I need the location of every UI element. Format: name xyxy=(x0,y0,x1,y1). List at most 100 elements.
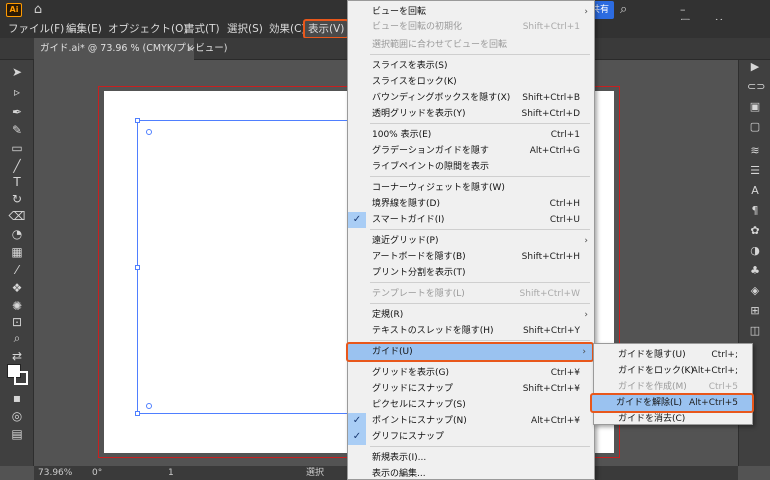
view-menu-item[interactable]: 境界線を隠す(D) Ctrl+H xyxy=(348,196,594,212)
layers-alt-icon[interactable]: ≋ xyxy=(747,144,763,158)
view-menu-item[interactable]: スライスをロック(K) xyxy=(348,74,594,90)
menu-item-shortcut: Ctrl+¥ xyxy=(550,368,580,378)
direct-selection-tool-icon[interactable]: ▹ xyxy=(7,84,27,100)
character-icon[interactable]: A xyxy=(747,184,763,198)
menu-object[interactable]: オブジェクト(O) xyxy=(108,20,187,38)
menu-separator xyxy=(370,303,590,304)
draw-mode-icon[interactable]: ◎ xyxy=(7,408,27,424)
menu-item-label: グリッドを表示(G) xyxy=(372,368,449,378)
search-icon[interactable]: ⌕ xyxy=(620,2,627,17)
pathfinder-icon[interactable]: ◫ xyxy=(747,324,763,338)
minimize-icon[interactable]: – xyxy=(680,3,710,16)
transform-icon[interactable]: ⊞ xyxy=(747,304,763,318)
cc-libraries-icon[interactable]: ▣ xyxy=(747,100,763,114)
menu-item-label: 新規表示(I)... xyxy=(372,453,427,463)
zoom-tool-icon[interactable]: ⌕ xyxy=(7,330,27,346)
stroke-swatch[interactable] xyxy=(14,371,28,385)
view-menu-item[interactable]: ピクセルにスナップ(S) xyxy=(348,397,594,413)
view-menu-item[interactable]: 100% 表示(E) Ctrl+1 xyxy=(348,127,594,143)
gradient-tool-icon[interactable]: ▦ xyxy=(7,244,27,260)
view-menu-item[interactable]: テキストのスレッドを隠す(H) Shift+Ctrl+Y xyxy=(348,323,594,339)
view-menu-item[interactable]: グリッドにスナップ Shift+Ctrl+¥ xyxy=(348,381,594,397)
selection-handle[interactable] xyxy=(135,265,140,270)
view-menu-item[interactable]: 新規表示(I)... xyxy=(348,450,594,466)
align-icon[interactable]: ☰ xyxy=(747,164,763,178)
guide-submenu-item[interactable]: ガイドを隠す(U) Ctrl+; xyxy=(594,347,752,363)
view-menu-item[interactable]: グラデーションガイドを隠す Alt+Ctrl+G xyxy=(348,143,594,159)
links-icon[interactable]: ⊂⊃ xyxy=(747,80,765,94)
home-icon[interactable]: ⌂ xyxy=(30,2,46,18)
view-menu-item[interactable]: スライスを表示(S) xyxy=(348,58,594,74)
menu-edit[interactable]: 編集(E) xyxy=(66,20,102,38)
symbols-icon[interactable]: ♣ xyxy=(747,264,763,278)
paragraph-icon[interactable]: ¶ xyxy=(747,204,763,218)
pen-tool-icon[interactable]: ✒ xyxy=(7,104,27,120)
pencil-tool-icon[interactable]: ✎ xyxy=(7,122,27,138)
collapse-panel-icon[interactable]: ▶ xyxy=(747,60,763,74)
zoom-level[interactable]: 73.96% xyxy=(38,466,72,480)
artboard-number[interactable]: 1 xyxy=(168,466,174,480)
menu-item-shortcut: Shift+Ctrl+¥ xyxy=(522,384,580,394)
screen-mode-icon[interactable]: ▤ xyxy=(7,426,27,442)
rectangle-tool-icon[interactable]: ▭ xyxy=(7,140,27,156)
menu-type[interactable]: 書式(T) xyxy=(184,20,220,38)
view-menu-item[interactable]: 表示の編集... xyxy=(348,466,594,480)
view-menu-item[interactable]: アートボードを隠す(B) Shift+Ctrl+H xyxy=(348,249,594,265)
color-icon[interactable]: ◑ xyxy=(747,244,763,258)
menu-separator xyxy=(370,340,590,341)
view-menu-item[interactable]: ✓ ポイントにスナップ(N) Alt+Ctrl+¥ xyxy=(348,413,594,429)
view-menu-item[interactable]: ✓ スマートガイド(I) Ctrl+U xyxy=(348,212,594,228)
symbol-sprayer-icon[interactable]: ✺ xyxy=(7,298,27,314)
type-tool-icon[interactable]: T xyxy=(7,174,27,190)
view-menu-item[interactable]: 遠近グリッド(P) › xyxy=(348,233,594,249)
menu-item-label: 100% 表示(E) xyxy=(372,130,432,140)
swap-colors-icon[interactable]: ⇄ xyxy=(7,348,27,364)
eraser-tool-icon[interactable]: ⌫ xyxy=(7,208,27,224)
menu-item-shortcut: Shift+Ctrl+Y xyxy=(522,326,580,336)
color-mode-icon[interactable]: ▪ xyxy=(7,390,27,406)
view-menu-item[interactable]: プリント分割を表示(T) xyxy=(348,265,594,281)
chevron-right-icon: › xyxy=(584,310,588,320)
artboard-tool-icon[interactable]: ⊡ xyxy=(7,314,27,330)
guide-submenu-item[interactable]: ガイドをロック(K) Alt+Ctrl+; xyxy=(594,363,752,379)
brushes-icon[interactable]: ✿ xyxy=(747,224,763,238)
view-menu-item-guides[interactable]: ガイド(U) › xyxy=(346,342,594,362)
view-menu-item[interactable]: 定規(R) › xyxy=(348,307,594,323)
view-menu-item[interactable]: 透明グリッドを表示(Y) Shift+Ctrl+D xyxy=(348,106,594,122)
rotate-tool-icon[interactable]: ↻ xyxy=(7,191,27,207)
guide-submenu-item-release[interactable]: ガイドを解除(L) Alt+Ctrl+5 xyxy=(590,393,754,413)
properties-icon[interactable]: ▢ xyxy=(747,120,763,134)
view-menu-item[interactable]: グリッドを表示(G) Ctrl+¥ xyxy=(348,365,594,381)
anchor-point xyxy=(146,129,152,135)
menu-item-shortcut: Shift+Ctrl+B xyxy=(522,93,580,103)
view-menu-item[interactable]: コーナーウィジェットを隠す(W) xyxy=(348,180,594,196)
close-tab-icon[interactable]: × xyxy=(186,38,194,60)
shape-builder-icon[interactable]: ◔ xyxy=(7,226,27,242)
selection-handle[interactable] xyxy=(135,118,140,123)
menu-separator xyxy=(370,446,590,447)
menu-item-shortcut: Shift+Ctrl+H xyxy=(521,252,580,262)
view-menu-item[interactable]: バウンディングボックスを隠す(X) Shift+Ctrl+B xyxy=(348,90,594,106)
menu-select[interactable]: 選択(S) xyxy=(227,20,263,38)
menu-effect[interactable]: 効果(C) xyxy=(269,20,306,38)
menu-item-shortcut: Alt+Ctrl+G xyxy=(529,146,580,156)
menu-view[interactable]: 表示(V) xyxy=(303,19,350,39)
menu-item-label: 遠近グリッド(P) xyxy=(372,236,439,246)
selected-guide-rectangle[interactable] xyxy=(135,118,357,416)
eyedropper-tool-icon[interactable]: ⁄ xyxy=(7,262,27,278)
layers-icon[interactable]: ◈ xyxy=(747,284,763,298)
selection-tool-icon[interactable]: ➤ xyxy=(7,64,27,80)
menu-file[interactable]: ファイル(F) xyxy=(8,20,64,38)
guide-submenu-item[interactable]: ガイドを消去(C) xyxy=(594,411,752,427)
menu-item-label: プリント分割を表示(T) xyxy=(372,268,466,278)
blend-tool-icon[interactable]: ❖ xyxy=(7,280,27,296)
document-tab[interactable]: ガイド.ai* @ 73.96 % (CMYK/プレビュー) xyxy=(34,38,228,60)
rotation-value[interactable]: 0° xyxy=(92,466,102,480)
selection-handle[interactable] xyxy=(135,411,140,416)
view-menu-item[interactable]: ビューを回転 › xyxy=(348,4,594,20)
view-menu-item[interactable]: ライブペイントの隙間を表示 xyxy=(348,159,594,175)
line-tool-icon[interactable]: ╱ xyxy=(7,158,27,174)
menu-item-shortcut: Shift+Ctrl+W xyxy=(519,289,580,299)
view-menu-item[interactable]: ✓ グリフにスナップ xyxy=(348,429,594,445)
menu-item-label: 境界線を隠す(D) xyxy=(372,199,440,209)
